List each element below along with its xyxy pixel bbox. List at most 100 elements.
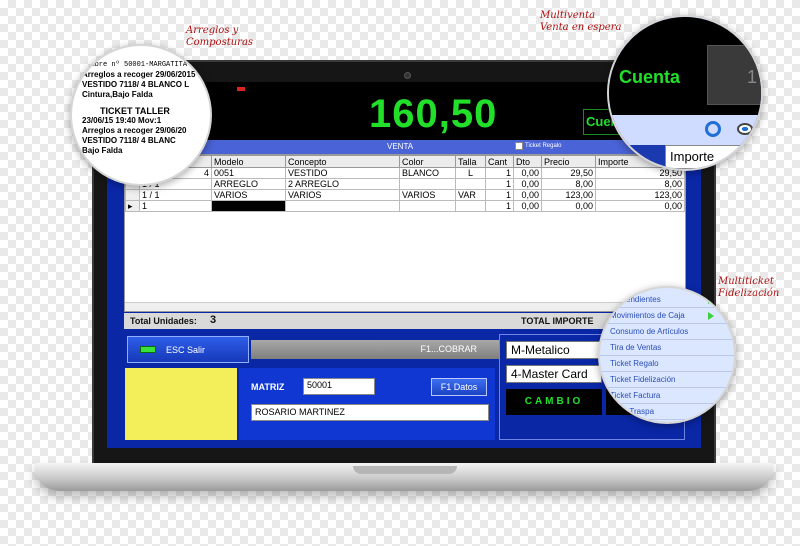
- cell-modelo[interactable]: ARREGLO: [211, 178, 286, 190]
- col-header[interactable]: Talla: [455, 155, 486, 168]
- cell-concepto[interactable]: 2 ARREGLO: [285, 178, 400, 190]
- cell-dto[interactable]: 0,00: [513, 189, 542, 201]
- cell-dto[interactable]: 0,00: [513, 200, 542, 212]
- cell-color[interactable]: [399, 178, 456, 190]
- cell-precio[interactable]: 8,00: [541, 178, 596, 190]
- col-header[interactable]: Modelo: [211, 155, 286, 168]
- laptop-notch: [353, 466, 457, 474]
- menu-item-label: Movimientos de Caja: [610, 311, 685, 320]
- sales-table: Referencia Modelo Concepto Color Talla C…: [125, 155, 685, 212]
- sales-grid[interactable]: Referencia Modelo Concepto Color Talla C…: [124, 154, 686, 312]
- ticket-print: Nombre nº 50001-MARGATITA SAN Arreglos a…: [82, 60, 204, 156]
- menu-zoom-circle: es Pendientes Movimientos de Caja Consum…: [598, 286, 736, 424]
- cell-precio[interactable]: 0,00: [541, 200, 596, 212]
- menu-item-label: ones Traspa: [610, 407, 655, 416]
- cobrar-button[interactable]: F1...COBRAR: [251, 340, 501, 359]
- menu-item-label: Ticket Regalo: [610, 359, 659, 368]
- menu-item-movimientos[interactable]: Movimientos de Caja: [600, 308, 734, 324]
- menu-item-ticket-factura[interactable]: Ticket Factura: [600, 388, 734, 404]
- table-row[interactable]: 1 / 1 VARIOS VARIOS VARIOS VAR 1 0,00 12…: [125, 189, 685, 201]
- cell-cant[interactable]: 1: [485, 189, 514, 201]
- table-row[interactable]: ▸ 1 1 0,00 0,00 0,00: [125, 200, 685, 212]
- cell-precio[interactable]: 123,00: [541, 189, 596, 201]
- menu-item-ticket-fidelizacion[interactable]: Ticket Fidelización: [600, 372, 734, 388]
- indicator-marker: [237, 87, 245, 91]
- client-name-field[interactable]: ROSARIO MARTINEZ: [251, 404, 489, 421]
- cell-cant[interactable]: 1: [485, 178, 514, 190]
- menu-item-ticket-regalo[interactable]: Ticket Regalo: [600, 356, 734, 372]
- cell-cant[interactable]: 1: [485, 167, 514, 179]
- client-panel: MATRIZ 50001 F1 Datos ROSARIO MARTINEZ: [239, 368, 495, 440]
- eye-icon[interactable]: [737, 123, 753, 135]
- cell-modelo[interactable]: 0051: [211, 167, 286, 179]
- row-selector[interactable]: [125, 189, 140, 201]
- payment-option-mastercard[interactable]: 4-Master Card: [506, 365, 602, 383]
- table-row[interactable]: 4 0051 VESTIDO BLANCO L 1 0,00 29,50 29,…: [125, 167, 685, 179]
- menu-item-pendientes[interactable]: es Pendientes: [600, 292, 734, 308]
- ticket-regalo-label: Ticket Regalo: [525, 143, 562, 149]
- cell-referencia[interactable]: 1 / 1: [139, 189, 212, 201]
- cell-concepto[interactable]: VARIOS: [285, 189, 400, 201]
- ticket-regalo-checkbox[interactable]: Ticket Regalo: [515, 142, 561, 150]
- menu-item-label: Consumo de Artículos: [610, 327, 689, 336]
- cell-modelo-active[interactable]: [211, 200, 286, 212]
- menu-item-tira[interactable]: Tira de Ventas: [600, 340, 734, 356]
- cell-color[interactable]: VARIOS: [399, 189, 456, 201]
- arrow-right-icon: [708, 296, 714, 304]
- cell-referencia[interactable]: 1: [139, 200, 212, 212]
- search-icon[interactable]: [705, 121, 721, 137]
- esc-exit-button[interactable]: ESC Salir: [127, 336, 249, 363]
- menu-item-label: Ticket Factura: [610, 391, 661, 400]
- importe-header-zoom: Importe: [665, 145, 761, 169]
- ticket-line: VESTIDO 7118/ 4 BLANCO L: [82, 80, 190, 89]
- menu-item-consumo[interactable]: Consumo de Artículos: [600, 324, 734, 340]
- cell-importe[interactable]: 0,00: [595, 200, 685, 212]
- cell-color[interactable]: BLANCO: [399, 167, 456, 179]
- cuenta-zoom-circle: Cuenta 1 Importe: [607, 15, 763, 171]
- cell-dto[interactable]: 0,00: [513, 178, 542, 190]
- units-value: 3: [210, 314, 217, 326]
- arrow-right-icon: [708, 312, 714, 320]
- cell-cant[interactable]: 1: [485, 200, 514, 212]
- ticket-line: Arreglos a recoger 29/06/2015: [82, 70, 196, 79]
- item-photo-panel: [125, 368, 237, 440]
- matriz-input[interactable]: 50001: [303, 378, 375, 395]
- ticket-line: VESTIDO 7118/ 4 BLANC: [82, 136, 176, 145]
- menu-item-label: Ticket Fidelización: [610, 375, 676, 384]
- ticket-line: Arreglos a recoger 29/06/20: [82, 126, 187, 135]
- col-header[interactable]: Dto: [513, 155, 542, 168]
- col-header[interactable]: Cant: [485, 155, 514, 168]
- venta-label: VENTA: [387, 142, 414, 151]
- checkbox-icon[interactable]: [515, 142, 523, 150]
- cell-talla[interactable]: [455, 178, 486, 190]
- menu-item-traspasos[interactable]: ones Traspa: [600, 404, 734, 420]
- col-header[interactable]: Color: [399, 155, 456, 168]
- cell-talla[interactable]: [455, 200, 486, 212]
- row-selector[interactable]: ▸: [125, 200, 140, 212]
- cell-importe[interactable]: 123,00: [595, 189, 685, 201]
- ticket-heading: TICKET TALLER: [100, 106, 170, 116]
- cell-talla[interactable]: VAR: [455, 189, 486, 201]
- callout-multiventa: Multiventa Venta en espera: [540, 10, 622, 33]
- cell-precio[interactable]: 29,50: [541, 167, 596, 179]
- col-header[interactable]: Concepto: [285, 155, 400, 168]
- cell-dto[interactable]: 0,00: [513, 167, 542, 179]
- col-header[interactable]: Precio: [541, 155, 596, 168]
- total-amount: 160,50: [369, 92, 498, 136]
- callout-multiticket: Multiticket Fidelización: [718, 276, 780, 299]
- cell-talla[interactable]: L: [455, 167, 486, 179]
- cell-importe[interactable]: 8,00: [595, 178, 685, 190]
- payment-option-metalico[interactable]: M-Metalico: [506, 341, 602, 359]
- ticket-line: 23/06/15 19:40 Mov:1: [82, 116, 162, 125]
- cell-modelo[interactable]: VARIOS: [211, 189, 286, 201]
- cell-concepto[interactable]: [285, 200, 400, 212]
- cell-concepto[interactable]: VESTIDO: [285, 167, 400, 179]
- esc-exit-label: ESC Salir: [166, 344, 206, 355]
- menu-item-label: es Pendientes: [610, 295, 661, 304]
- callout-arreglos: Arreglos y Composturas: [186, 25, 254, 48]
- f1-datos-button[interactable]: F1 Datos: [431, 378, 487, 396]
- table-row[interactable]: 1 / 1 ARREGLO 2 ARREGLO 1 0,00 8,00 8,00: [125, 178, 685, 190]
- cuenta-zoom-label[interactable]: Cuenta: [619, 67, 680, 88]
- cell-color[interactable]: [399, 200, 456, 212]
- report-menu: es Pendientes Movimientos de Caja Consum…: [600, 292, 734, 420]
